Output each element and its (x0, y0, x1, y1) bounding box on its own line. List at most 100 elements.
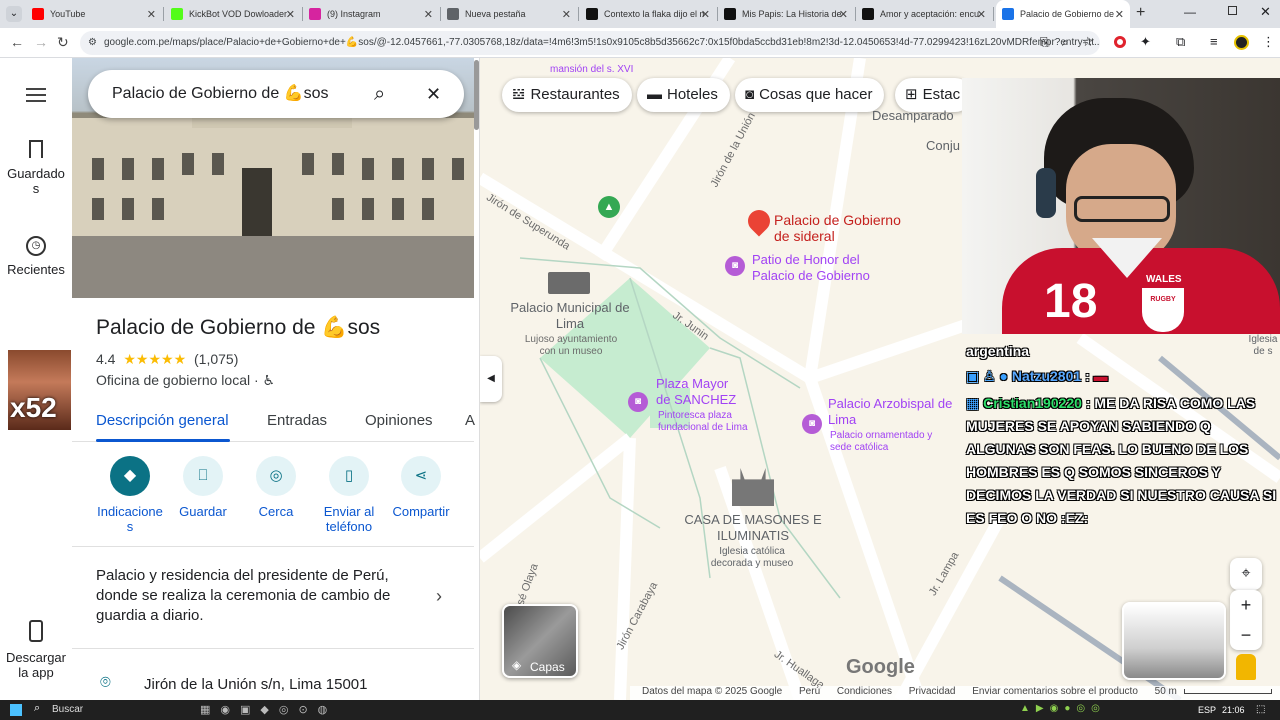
museum-marker-plaza[interactable]: ◙ (628, 392, 648, 412)
place-panel: Palacio de Gobierno de 💪sos ⌕ ✕ Palacio … (72, 58, 480, 700)
pegman-icon[interactable] (1236, 654, 1256, 680)
restaurants-chip[interactable]: 𝍋 Restaurantes (502, 78, 632, 112)
museum-marker-arzobispal[interactable]: ◙ (802, 414, 822, 434)
tab-entries[interactable]: Entradas (267, 412, 327, 429)
search-icon[interactable]: ⌕ (374, 70, 385, 118)
tab-favicon-icon (724, 8, 736, 20)
tab-about[interactable]: A (465, 412, 475, 429)
place-title: Palacio de Gobierno de 💪sos (96, 316, 381, 339)
hotels-chip[interactable]: ▬ Hoteles (637, 78, 730, 112)
profile-avatar[interactable] (1234, 35, 1249, 50)
forward-icon[interactable]: → (34, 34, 48, 50)
saved-nav-item[interactable]: Guardados (0, 140, 72, 196)
tab-search-chevron-icon[interactable]: ⌄ (6, 6, 22, 22)
transit-marker[interactable]: ▲ (598, 196, 620, 218)
tab-close-icon[interactable]: ✕ (147, 8, 156, 21)
media-controls-icon[interactable]: ≡ (1210, 34, 1218, 49)
tab-close-icon[interactable]: ✕ (424, 8, 433, 21)
taskbar-search-label[interactable]: Buscar (52, 704, 83, 715)
map-label-patio[interactable]: Patio de Honor del Palacio de Gobierno (752, 252, 888, 284)
nearby-button[interactable]: ◎ Cerca (240, 456, 312, 519)
my-location-button[interactable]: ⌖ (1230, 558, 1262, 590)
opera-extension-icon[interactable] (1114, 36, 1126, 48)
map-label-masones[interactable]: CASA DE MASONES E ILUMINATIS (684, 512, 822, 544)
tab-close-icon[interactable]: ✕ (701, 8, 710, 21)
new-tab-button[interactable]: + (1136, 4, 1145, 22)
hamburger-menu-icon[interactable] (26, 88, 46, 102)
zoom-icon[interactable]: ⌕ (1062, 35, 1069, 50)
browser-tab[interactable]: YouTube ✕ (26, 0, 162, 28)
url-bar[interactable]: ⚙ google.com.pe/maps/place/Palacio+de+Go… (80, 31, 1100, 55)
browser-tab[interactable]: Palacio de Gobierno de 💪sos✕ (996, 0, 1130, 28)
scale-label[interactable]: 50 m (1155, 686, 1177, 697)
directions-icon: ◆ (110, 456, 150, 496)
tab-title: KickBot VOD Dowloader (189, 9, 288, 19)
recent-nav-item[interactable]: ◷ Recientes (0, 236, 72, 277)
recent-place-thumbnail[interactable]: x52 (8, 350, 71, 430)
bookmark-star-icon[interactable]: ☆ (1082, 34, 1094, 50)
tab-reviews[interactable]: Opiniones (365, 412, 433, 429)
map-label-arzobispal[interactable]: Palacio Arzobispal de Lima (828, 396, 960, 428)
parking-chip[interactable]: ⊞ Estac (895, 78, 973, 112)
minimize-icon[interactable]: — (1184, 5, 1196, 19)
rating-stars: ★★★★★ (123, 351, 187, 367)
directions-button[interactable]: ◆ Indicaciones (94, 456, 166, 534)
pin-label[interactable]: Palacio de Gobierno de sideral (774, 212, 904, 244)
restore-icon[interactable] (1228, 6, 1237, 15)
tab-close-icon[interactable]: ✕ (286, 8, 295, 21)
search-input[interactable]: Palacio de Gobierno de 💪sos (112, 85, 329, 102)
browser-tab[interactable]: (9) Instagram ✕ (303, 0, 439, 28)
tab-overview[interactable]: Descripción general (96, 412, 229, 429)
share-button[interactable]: ⋖ Compartir (385, 456, 457, 519)
panel-scrollbar[interactable] (474, 60, 479, 130)
site-info-icon[interactable]: ⚙ (88, 31, 97, 55)
browser-menu-icon[interactable]: ⋮ (1262, 34, 1275, 50)
browser-tab[interactable]: Amor y aceptación: encu ✕ (856, 0, 992, 28)
taskbar-search-icon[interactable]: ⌕ (34, 702, 40, 715)
terms-link[interactable]: Condiciones (837, 686, 892, 697)
privacy-link[interactable]: Privacidad (909, 686, 956, 697)
browser-tab[interactable]: Nueva pestaña ✕ (441, 0, 577, 28)
browser-tab[interactable]: Mis Papis: La Historia de ✕ (718, 0, 854, 28)
map-label-municipal-sub: Lujoso ayuntamiento con un museo (524, 334, 618, 357)
back-icon[interactable]: ← (10, 34, 24, 50)
send-to-phone-button[interactable]: ▯ Enviar al teléfono (313, 456, 385, 534)
clear-search-icon[interactable]: ✕ (426, 70, 441, 118)
extensions-puzzle-icon[interactable]: ✦ (1140, 34, 1151, 50)
feedback-link[interactable]: Enviar comentarios sobre el producto (972, 686, 1138, 697)
download-app-item[interactable]: Descargar la app (0, 620, 72, 680)
street-view-preview[interactable] (1122, 602, 1226, 680)
tab-close-icon[interactable]: ✕ (1115, 8, 1124, 21)
zoom-out-button[interactable]: − (1230, 620, 1262, 650)
museum-marker-patio[interactable]: ◙ (725, 256, 745, 276)
save-button[interactable]: ⎕ Guardar (167, 456, 239, 519)
country-link[interactable]: Perú (799, 686, 820, 697)
chevron-right-icon[interactable]: › (436, 586, 442, 607)
close-window-icon[interactable]: ✕ (1260, 4, 1271, 20)
things-to-do-chip[interactable]: ◙ Cosas que hacer (735, 78, 885, 112)
place-description[interactable]: Palacio y residencia del presidente de P… (96, 566, 426, 626)
zoom-in-button[interactable]: + (1230, 590, 1262, 620)
reload-icon[interactable]: ↻ (57, 34, 69, 51)
lang-indicator[interactable]: ESP (1198, 705, 1216, 715)
nearby-label: Cerca (258, 504, 294, 519)
clock[interactable]: 21:06 (1222, 705, 1245, 715)
layers-button[interactable]: ◈ Capas (502, 604, 578, 678)
tab-close-icon[interactable]: ✕ (839, 8, 848, 21)
tab-close-icon[interactable]: ✕ (562, 8, 571, 21)
map-label-municipal[interactable]: Palacio Municipal de Lima (508, 300, 632, 332)
browser-tab[interactable]: Contexto la flaka dijo el m ✕ (580, 0, 716, 28)
start-icon[interactable] (10, 704, 22, 716)
collapse-panel-button[interactable]: ◀ (480, 356, 502, 402)
review-count[interactable]: (1,075) (194, 351, 238, 367)
place-address[interactable]: Jirón de la Unión s/n, Lima 15001 (144, 676, 367, 693)
tab-close-icon[interactable]: ✕ (977, 8, 986, 21)
notification-icon[interactable]: ⬚ (1256, 704, 1265, 715)
tab-groups-icon[interactable]: ⧉ (1176, 34, 1185, 50)
chat-line-top: argentina (966, 343, 1030, 359)
browser-tab[interactable]: KickBot VOD Dowloader ✕ (165, 0, 301, 28)
search-box[interactable]: Palacio de Gobierno de 💪sos ⌕ ✕ (88, 70, 464, 118)
install-app-icon[interactable]: ⎘ (1040, 35, 1050, 50)
google-logo: Google (846, 656, 915, 678)
map-label-plaza[interactable]: Plaza Mayor de SANCHEZ (656, 376, 746, 408)
